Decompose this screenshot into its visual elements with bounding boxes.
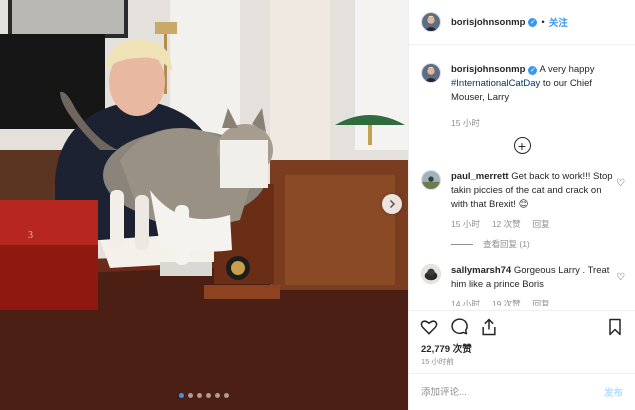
carousel-dot bbox=[215, 393, 220, 398]
profile-photo bbox=[422, 265, 440, 283]
reply-button[interactable]: 回复 bbox=[533, 218, 550, 230]
post-header: borisjohnsonmp ✓ • 关注 bbox=[409, 0, 635, 45]
caption-text: borisjohnsonmp ✓ A very happy #Internatio… bbox=[451, 63, 613, 105]
post-timestamp[interactable]: 15 小时前 bbox=[421, 356, 454, 367]
comment-like-heart-icon[interactable]: ♡ bbox=[616, 272, 625, 283]
comment-text: sallymarsh74 Gorgeous Larry . Treat him … bbox=[451, 264, 613, 292]
bookmark-icon[interactable] bbox=[605, 317, 625, 337]
profile-photo bbox=[422, 13, 440, 31]
smile-emoji: 😊 bbox=[518, 199, 529, 210]
load-more-comments-button[interactable]: + bbox=[513, 137, 531, 154]
hashtag-link[interactable]: #InternationalCatDay bbox=[451, 78, 540, 89]
comment-likes[interactable]: 19 次赞 bbox=[492, 298, 521, 306]
verified-badge-icon: ✓ bbox=[528, 17, 538, 27]
plus-circle-icon: + bbox=[517, 137, 527, 154]
chevron-right-icon bbox=[389, 199, 396, 209]
caption-username[interactable]: borisjohnsonmp bbox=[451, 64, 525, 75]
caption-time[interactable]: 15 小时 bbox=[451, 117, 480, 129]
profile-photo bbox=[422, 64, 440, 82]
photo-cat-on-desk: 3 bbox=[0, 0, 408, 410]
comment-input[interactable] bbox=[421, 386, 604, 398]
carousel-next-button[interactable] bbox=[382, 194, 402, 214]
comment-time[interactable]: 14 小时 bbox=[451, 298, 480, 306]
post-photo[interactable]: 3 bbox=[0, 0, 408, 410]
add-comment-bar: 发布 bbox=[409, 373, 635, 410]
like-count[interactable]: 22,779 次赞 bbox=[421, 341, 472, 355]
carousel-dot bbox=[224, 393, 229, 398]
heart-icon[interactable] bbox=[419, 317, 439, 337]
avatar[interactable] bbox=[421, 63, 441, 83]
comment-time[interactable]: 15 小时 bbox=[451, 218, 480, 230]
reply-button[interactable]: 回复 bbox=[533, 298, 550, 306]
carousel-dot bbox=[206, 393, 211, 398]
svg-text:3: 3 bbox=[28, 230, 33, 241]
comment-text: paul_merrett Get back to work!!! Stop ta… bbox=[451, 170, 613, 212]
follow-button[interactable]: 关注 bbox=[549, 15, 568, 29]
view-replies-button[interactable]: 查看回复 (1) bbox=[451, 238, 613, 250]
header-separator: • bbox=[541, 16, 545, 28]
caption: borisjohnsonmp ✓ A very happy #Internatio… bbox=[409, 63, 635, 129]
caption-text-before: A very happy bbox=[539, 64, 595, 75]
share-icon[interactable] bbox=[479, 317, 499, 337]
post-comment-button[interactable]: 发布 bbox=[604, 385, 623, 399]
header-username[interactable]: borisjohnsonmp bbox=[451, 17, 525, 28]
replies-line bbox=[451, 243, 473, 245]
comment-username[interactable]: paul_merrett bbox=[451, 171, 509, 182]
post-side-panel: borisjohnsonmp ✓ • 关注 borisjohnsonmp ✓ A… bbox=[408, 0, 635, 410]
comment-item: sallymarsh74 Gorgeous Larry . Treat him … bbox=[409, 264, 635, 306]
comment-username[interactable]: sallymarsh74 bbox=[451, 265, 511, 276]
avatar[interactable] bbox=[421, 170, 441, 190]
view-replies-label: 查看回复 (1) bbox=[483, 239, 530, 249]
comment-likes[interactable]: 12 次赞 bbox=[492, 218, 521, 230]
comments-list[interactable]: borisjohnsonmp ✓ A very happy #Internatio… bbox=[409, 46, 635, 306]
comment-item: paul_merrett Get back to work!!! Stop ta… bbox=[409, 170, 635, 250]
verified-badge-icon: ✓ bbox=[528, 66, 538, 75]
carousel-indicator bbox=[0, 393, 408, 398]
profile-photo bbox=[422, 171, 440, 189]
instagram-post: 3 borisjohnsonmp ✓ • 关注 borisjohnsonmp ✓… bbox=[0, 0, 635, 410]
avatar[interactable] bbox=[421, 264, 441, 284]
carousel-dot bbox=[179, 393, 184, 398]
avatar[interactable] bbox=[421, 12, 441, 32]
action-bar bbox=[409, 310, 635, 342]
comment-like-heart-icon[interactable]: ♡ bbox=[616, 178, 625, 189]
carousel-dot bbox=[197, 393, 202, 398]
carousel-dot bbox=[188, 393, 193, 398]
comment-icon[interactable] bbox=[449, 317, 469, 337]
